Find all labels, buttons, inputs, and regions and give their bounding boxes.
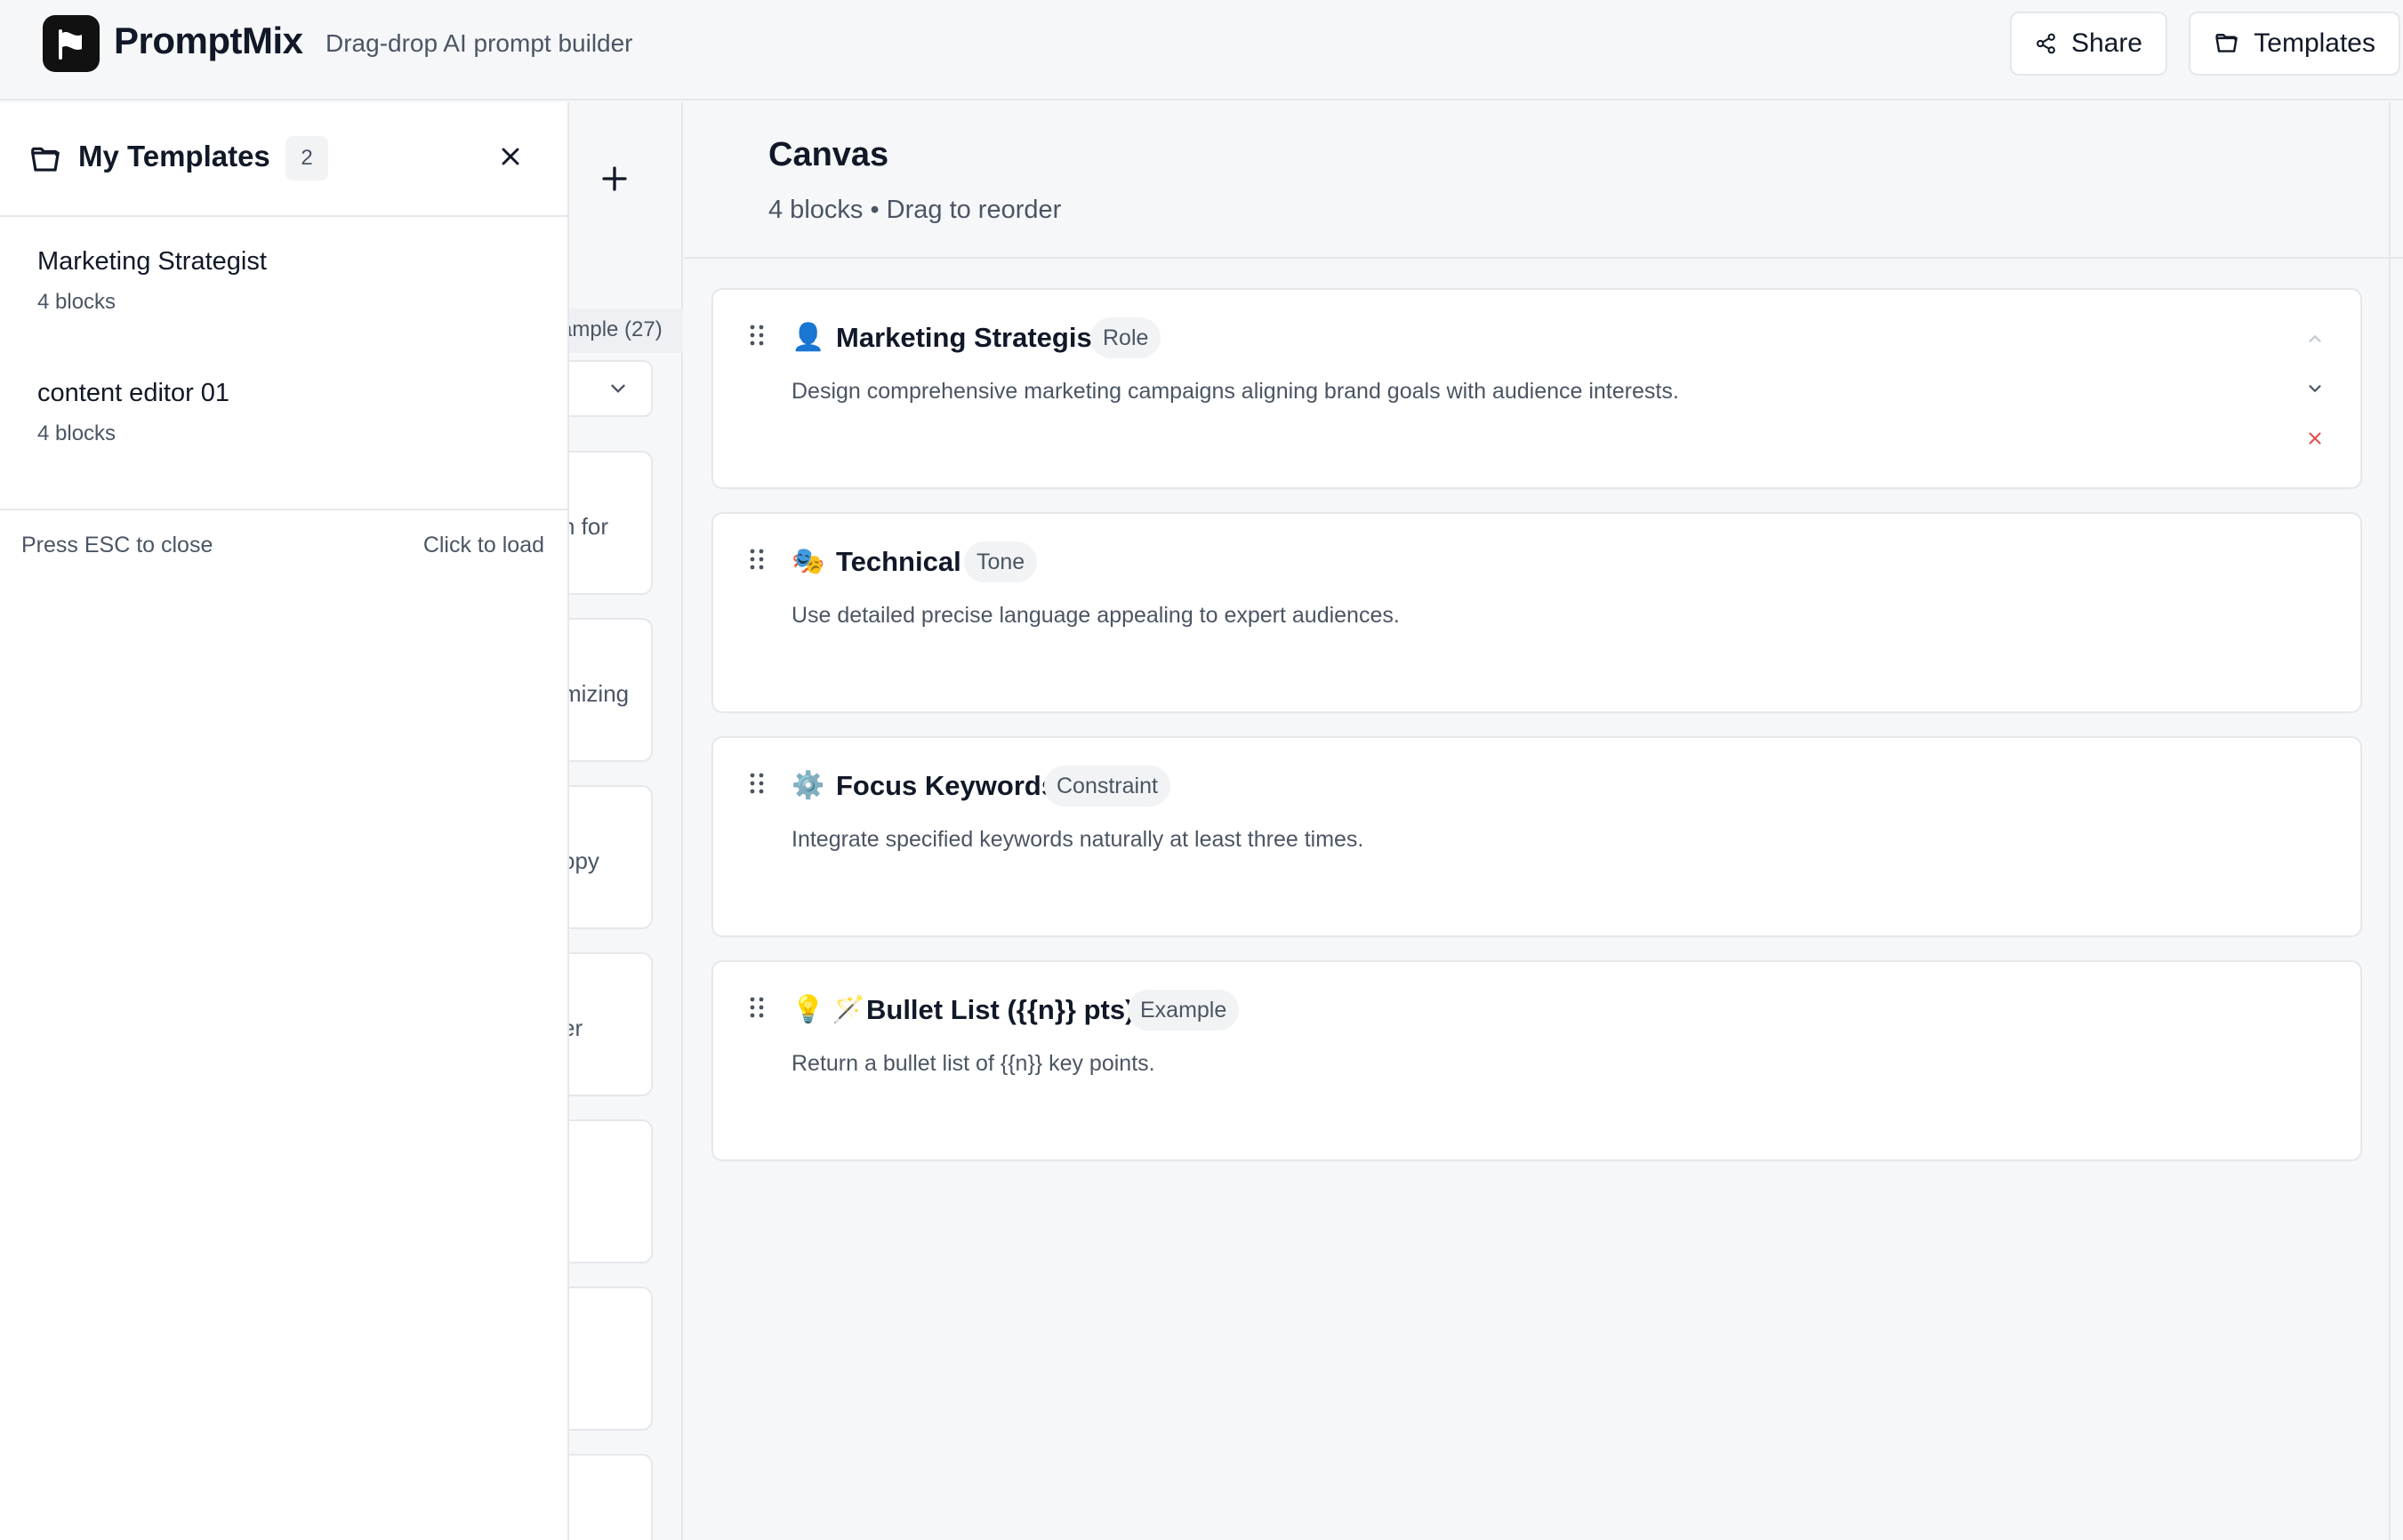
block-type-tag: Example <box>1128 990 1240 1031</box>
block-description: Use detailed precise language appealing … <box>792 603 1400 628</box>
add-block-button[interactable] <box>599 160 631 205</box>
block-description: Design comprehensive marketing campaigns… <box>792 379 1679 404</box>
tagline: Drag-drop AI prompt builder <box>325 29 633 57</box>
canvas-right-border <box>2389 102 2391 1540</box>
gear-icon: ⚙️ <box>792 771 825 800</box>
template-block-count: 4 blocks <box>37 290 117 314</box>
flag-logo-icon <box>59 29 82 60</box>
template-name: content editor 01 <box>37 379 230 407</box>
block-title: Focus Keywords <box>836 770 1057 801</box>
remove-block-icon[interactable] <box>2305 429 2325 448</box>
move-down-icon[interactable] <box>2305 379 2325 398</box>
block-type-tag: Constraint <box>1044 766 1170 806</box>
drag-handle-icon[interactable] <box>749 772 765 795</box>
logo <box>43 15 100 72</box>
drawer-footer-divider <box>0 509 567 510</box>
folder-icon <box>2215 34 2238 52</box>
block-title: Marketing Strategist <box>836 322 1102 353</box>
block-type-tag: Tone <box>964 541 1038 582</box>
drawer-header: My Templates 2 <box>0 102 567 217</box>
template-name: Marketing Strategist <box>37 247 267 276</box>
lightbulb-wand-icon: 💡 🪄 <box>792 995 866 1024</box>
templates-button-label: Templates <box>2254 28 2375 58</box>
drag-handle-icon[interactable] <box>749 996 765 1019</box>
canvas-block-tone[interactable]: 🎭 Technical Tone Use detailed precise la… <box>711 512 2362 713</box>
template-item[interactable]: Marketing Strategist 4 blocks <box>0 217 567 349</box>
templates-button[interactable]: Templates <box>2189 12 2400 76</box>
block-description: Integrate specified keywords naturally a… <box>792 827 1364 852</box>
templates-drawer: My Templates 2 Marketing Strategist 4 bl… <box>0 102 569 1540</box>
canvas-header: Canvas 4 blocks • Drag to reorder <box>685 102 2403 259</box>
person-icon: 👤 <box>792 323 825 352</box>
canvas-subtitle: 4 blocks • Drag to reorder <box>768 196 1062 224</box>
canvas-block-constraint[interactable]: ⚙️ Focus Keywords Constraint Integrate s… <box>711 736 2362 937</box>
drawer-title: My Templates <box>78 140 270 172</box>
drag-handle-icon[interactable] <box>749 548 765 571</box>
move-up-icon[interactable] <box>2305 329 2325 349</box>
block-title: Bullet List ({{n}} pts) <box>866 994 1135 1025</box>
library-card-text: mizing <box>562 680 630 707</box>
share-button[interactable]: Share <box>2010 12 2167 76</box>
canvas-block-example[interactable]: 💡 🪄 Bullet List ({{n}} pts) Example Retu… <box>711 960 2362 1161</box>
folder-open-icon <box>31 147 60 172</box>
chevron-down-icon <box>611 384 625 393</box>
esc-hint: Press ESC to close <box>21 533 213 557</box>
theater-masks-icon: 🎭 <box>792 547 825 576</box>
drag-handle-icon[interactable] <box>749 324 765 347</box>
brand-name: PromptMix <box>114 20 303 61</box>
top-bar: PromptMix Drag-drop AI prompt builder Sh… <box>0 0 2403 100</box>
block-title: Technical <box>836 546 961 577</box>
template-count-badge: 2 <box>285 136 328 180</box>
share-icon <box>2037 33 2055 54</box>
block-description: Return a bullet list of {{n}} key points… <box>792 1051 1155 1076</box>
canvas-block-role[interactable]: 👤 Marketing Strategist Role Design compr… <box>711 288 2362 489</box>
tab-example[interactable]: ample (27) <box>551 309 683 353</box>
canvas-title: Canvas <box>768 136 889 173</box>
template-item[interactable]: content editor 01 4 blocks <box>0 349 567 480</box>
close-icon[interactable] <box>496 142 525 171</box>
plus-icon <box>602 166 627 191</box>
load-hint: Click to load <box>422 533 544 557</box>
template-block-count: 4 blocks <box>37 421 117 445</box>
share-button-label: Share <box>2070 28 2142 58</box>
block-type-tag: Role <box>1090 317 1161 358</box>
